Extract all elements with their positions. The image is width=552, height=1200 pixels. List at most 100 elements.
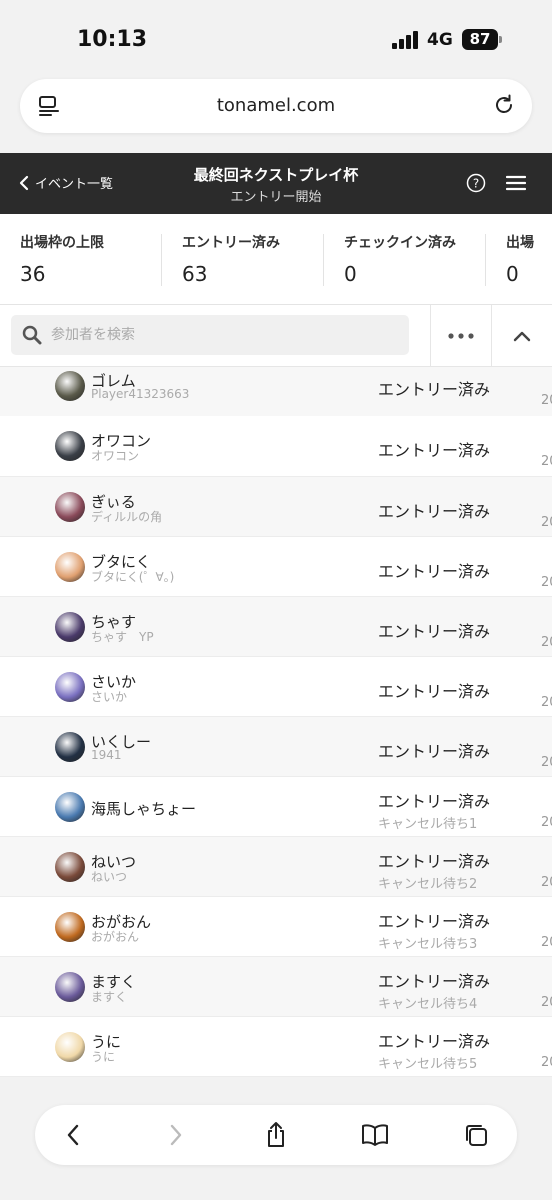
entry-date: 20 <box>541 935 552 950</box>
participant-row[interactable]: オワコン オワコン エントリー済み 20 <box>0 416 552 477</box>
participant-row[interactable]: 海馬しゃちょー エントリー済み キャンセル待ち1 20 <box>0 777 552 837</box>
waitlist-status: キャンセル待ち5 <box>378 1057 478 1072</box>
search-input[interactable] <box>51 315 401 355</box>
avatar <box>55 972 85 1002</box>
more-icon <box>448 333 474 339</box>
address-bar[interactable]: tonamel.com <box>20 79 532 133</box>
stat-value: 63 <box>182 262 208 286</box>
entry-date: 20 <box>541 454 552 469</box>
share-button[interactable] <box>260 1119 292 1151</box>
stat-capacity: 出場枠の上限 36 <box>0 232 104 286</box>
entry-status: エントリー済み <box>378 682 491 701</box>
stat-participating: 出場 0 <box>486 232 534 286</box>
avatar <box>55 612 85 642</box>
participant-row[interactable]: ねいつ ねいつ エントリー済み キャンセル待ち2 20 <box>0 837 552 897</box>
participant-handle: おがおん <box>91 930 140 944</box>
participant-row[interactable]: おがおん おがおん エントリー済み キャンセル待ち3 20 <box>0 897 552 957</box>
entry-status: エントリー済み <box>378 742 491 761</box>
participant-row[interactable]: ちゃす ちゃす YP エントリー済み 20 <box>0 597 552 657</box>
stats-bar: 出場枠の上限 36 エントリー済み 63 チェックイン済み 0 出場 0 <box>0 214 552 305</box>
participant-handle: 1941 <box>91 748 122 762</box>
participant-row[interactable]: ブタにく ブタにく(゜∀。) エントリー済み 20 <box>0 537 552 597</box>
browser-toolbar <box>35 1105 517 1165</box>
participant-row[interactable]: いくしー 1941 エントリー済み 20 <box>0 717 552 777</box>
participant-handle: ねいつ <box>91 870 128 884</box>
hamburger-icon[interactable] <box>506 175 526 191</box>
bookmarks-button[interactable] <box>359 1119 391 1151</box>
participant-row[interactable]: ますく ますく エントリー済み キャンセル待ち4 20 <box>0 957 552 1017</box>
participant-handle: ディルルの角 <box>91 510 163 524</box>
participant-handle: ブタにく(゜∀。) <box>91 570 175 584</box>
entry-status: エントリー済み <box>378 1032 491 1051</box>
participant-row[interactable]: うに うに エントリー済み キャンセル待ち5 20 <box>0 1017 552 1077</box>
waitlist-status: キャンセル待ち1 <box>378 817 478 832</box>
network-type: 4G <box>427 30 453 50</box>
waitlist-status: キャンセル待ち4 <box>378 997 478 1012</box>
status-bar: 10:13 4G 87 <box>0 0 552 78</box>
participant-handle: オワコン <box>91 449 140 463</box>
url-text[interactable]: tonamel.com <box>20 95 532 116</box>
avatar <box>55 492 85 522</box>
entry-date: 20 <box>541 575 552 590</box>
stat-label: エントリー済み <box>182 235 280 251</box>
entry-status: エントリー済み <box>378 502 491 521</box>
clock: 10:13 <box>77 27 148 52</box>
browser-back-button[interactable] <box>57 1119 89 1151</box>
reload-icon[interactable] <box>492 93 516 117</box>
search-box[interactable] <box>11 315 409 355</box>
chevron-left-icon <box>67 1124 79 1146</box>
entry-status: エントリー済み <box>378 441 491 460</box>
signal-icon <box>392 31 420 49</box>
battery-icon: 87 <box>462 29 498 50</box>
browser-forward-button[interactable] <box>160 1119 192 1151</box>
search-row <box>0 305 552 367</box>
tabs-icon <box>466 1125 487 1146</box>
avatar <box>55 431 85 461</box>
participant-handle: ちゃす YP <box>91 630 154 644</box>
participant-handle: うに <box>91 1050 116 1064</box>
participant-handle: Player41323663 <box>91 387 190 401</box>
waitlist-status: キャンセル待ち3 <box>378 937 478 952</box>
more-button[interactable] <box>430 305 491 367</box>
entry-status: エントリー済み <box>378 852 491 871</box>
avatar <box>55 371 85 401</box>
stat-entered: エントリー済み 63 <box>162 232 280 286</box>
entry-status: エントリー済み <box>378 912 491 931</box>
chevron-right-icon <box>170 1124 182 1146</box>
entry-status: エントリー済み <box>378 792 491 811</box>
stat-value: 0 <box>344 262 357 286</box>
avatar <box>55 552 85 582</box>
stat-value: 36 <box>20 262 46 286</box>
entry-date: 20 <box>541 755 552 770</box>
entry-date: 20 <box>541 875 552 890</box>
avatar <box>55 672 85 702</box>
entry-date: 20 <box>541 815 552 830</box>
entry-date: 20 <box>541 635 552 650</box>
stat-label: 出場枠の上限 <box>20 235 104 251</box>
entry-status: エントリー済み <box>378 380 491 399</box>
share-icon <box>268 1122 284 1147</box>
participant-list: ゴレム Player41323663 エントリー済み 20 オワコン オワコン … <box>0 367 552 1085</box>
avatar <box>55 852 85 882</box>
help-icon[interactable]: ? <box>466 173 486 193</box>
collapse-button[interactable] <box>491 305 552 367</box>
participant-row[interactable]: ぎぃる ディルルの角 エントリー済み 20 <box>0 477 552 537</box>
svg-text:?: ? <box>473 177 479 191</box>
stat-checked-in: チェックイン済み 0 <box>324 232 456 286</box>
avatar <box>55 912 85 942</box>
participant-handle: ますく <box>91 990 128 1004</box>
entry-date: 20 <box>541 515 552 530</box>
participant-row[interactable]: さいか さいか エントリー済み 20 <box>0 657 552 717</box>
participant-name: 海馬しゃちょー <box>91 800 197 818</box>
entry-date: 20 <box>541 393 552 408</box>
chevron-up-icon <box>513 331 531 342</box>
stat-label: チェックイン済み <box>344 235 456 251</box>
battery-tip <box>499 36 502 43</box>
stat-value: 0 <box>506 262 519 286</box>
tabs-button[interactable] <box>460 1119 492 1151</box>
search-icon <box>22 325 42 345</box>
entry-status: エントリー済み <box>378 562 491 581</box>
entry-date: 20 <box>541 1055 552 1070</box>
participant-handle: さいか <box>91 690 128 704</box>
avatar <box>55 792 85 822</box>
